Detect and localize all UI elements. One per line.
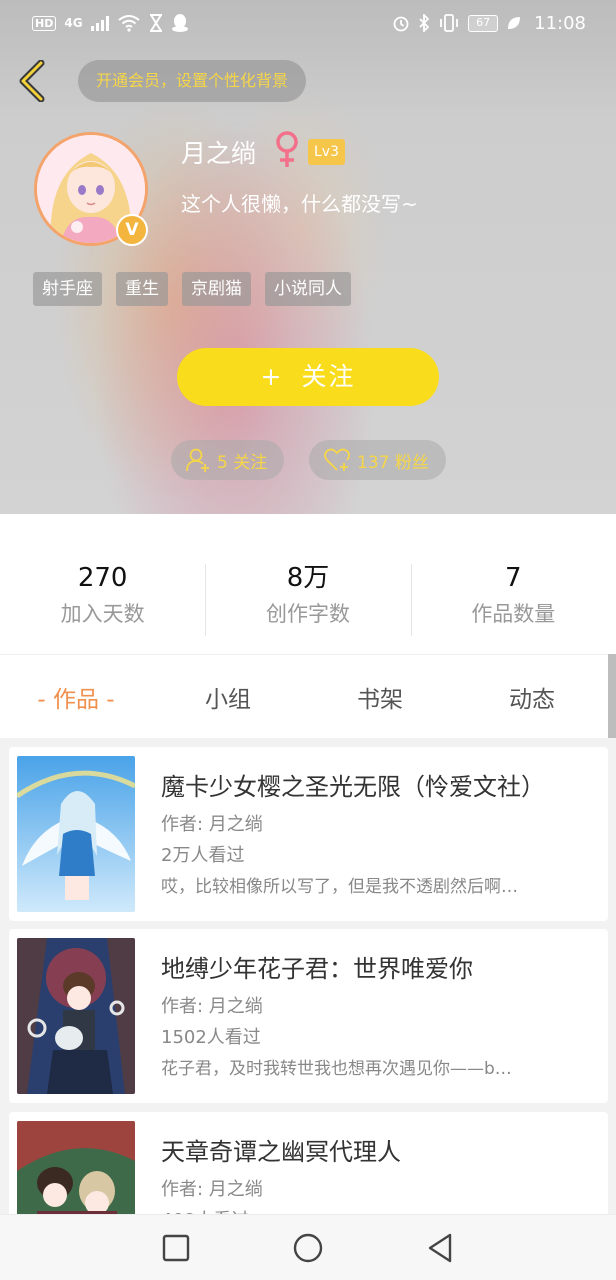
following-count-button[interactable]: 5 关注 [171,440,284,480]
back-nav-button[interactable] [420,1228,460,1268]
tab-bookshelf[interactable]: 书架 [304,680,456,714]
stat-word-count: 8万 创作字数 [205,562,410,654]
plus-icon: + [260,362,284,391]
list-item[interactable]: 地缚少年花子君：世界唯爱你 作者: 月之绱 1502人看过 花子君，及时我转世我… [9,929,608,1103]
triangle-back-icon [428,1233,452,1262]
system-navigation-bar [0,1214,616,1280]
work-author: 作者: 月之绱 [161,1179,263,1200]
recent-apps-button[interactable] [156,1228,196,1268]
work-title: 天章奇谭之幽冥代理人 [161,1138,401,1166]
work-author: 作者: 月之绱 [161,814,263,835]
stat-value: 270 [77,563,128,593]
follow-button[interactable]: + 关注 [177,348,439,406]
username: 月之绱 [181,139,257,168]
user-add-icon [186,448,209,472]
work-description: 哎，比较相像所以写了，但是我不透剧然后啊… [161,877,518,897]
fans-count-button[interactable]: 137 粉丝 [309,440,446,480]
wifi-icon [117,15,140,32]
work-title: 地缚少年花子君：世界唯爱你 [161,955,473,983]
leaf-icon [508,17,521,29]
tag[interactable]: 小说同人 [265,272,351,306]
work-author: 作者: 月之绱 [161,996,263,1017]
square-icon [162,1234,190,1261]
hourglass-icon [149,14,162,32]
list-item[interactable]: 魔卡少女樱之圣光无限（怜爱文社） 作者: 月之绱 2万人看过 哎，比较相像所以写… [9,747,608,921]
profile-tabs: - 作品 - 小组 书架 动态 [0,654,608,738]
network-type: 4G [64,16,83,30]
female-icon [276,131,298,167]
stat-value: 7 [505,563,522,593]
alarm-icon [393,16,409,32]
follow-button-label: 关注 [301,362,356,391]
tab-works[interactable]: - 作品 - [0,680,152,714]
vip-background-banner[interactable]: 开通会员，设置个性化背景 [78,60,307,102]
work-views: 2万人看过 [161,845,245,866]
verified-badge: V [116,214,148,246]
profile-header: HD 4G 67 11:08 开通会员，设置个性化背景 V 月之绱 Lv3 这个… [0,0,616,514]
stat-value: 8万 [286,563,330,593]
profile-stats: 270 加入天数 8万 创作字数 7 作品数量 [0,514,616,654]
back-button[interactable] [14,58,50,104]
qq-icon [171,14,188,32]
work-views: 1502人看过 [161,1027,261,1048]
work-cover [17,756,135,912]
battery-indicator: 67 [468,14,499,32]
stat-label: 加入天数 [60,602,145,626]
bluetooth-icon [419,14,430,32]
following-count: 5 关注 [217,452,268,473]
tab-activity[interactable]: 动态 [456,680,608,714]
signal-icon [90,15,109,31]
circle-icon [293,1233,323,1262]
fans-count: 137 粉丝 [357,452,429,473]
tag-list: 射手座 重生 京剧猫 小说同人 [33,272,351,306]
vibrate-icon [440,14,459,32]
level-badge: Lv3 [308,139,345,165]
status-bar: HD 4G 67 11:08 [0,0,616,46]
clock: 11:08 [534,12,586,34]
tab-groups[interactable]: 小组 [152,680,304,714]
back-chevron-icon [19,60,45,102]
work-title: 魔卡少女樱之圣光无限（怜爱文社） [161,773,545,801]
tag[interactable]: 京剧猫 [182,272,251,306]
tag[interactable]: 重生 [116,272,168,306]
stat-label: 创作字数 [265,602,350,626]
user-bio: 这个人很懒，什么都没写~ [181,192,418,216]
scrollbar[interactable] [608,654,616,738]
work-cover [17,938,135,1094]
hd-indicator: HD [32,15,57,31]
stat-join-days: 270 加入天数 [0,562,205,654]
tag[interactable]: 射手座 [33,272,102,306]
work-description: 花子君，及时我转世我也想再次遇见你——b… [161,1059,512,1079]
stat-label: 作品数量 [471,602,556,626]
home-button[interactable] [288,1228,328,1268]
heart-icon [324,448,350,471]
stat-works-count: 7 作品数量 [410,562,616,654]
